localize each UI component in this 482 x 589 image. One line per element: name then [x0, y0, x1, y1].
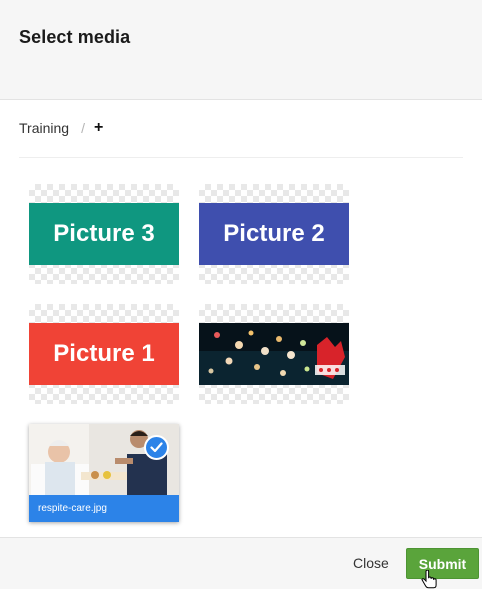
hand-cursor-icon — [421, 570, 437, 589]
media-item-respite-care[interactable]: respite-care.jpg — [29, 424, 179, 522]
divider — [19, 157, 463, 158]
breadcrumb: Training / + — [19, 118, 103, 138]
media-item-picture-1[interactable]: Picture 1 — [29, 304, 179, 404]
media-item-photo[interactable] — [199, 304, 349, 404]
media-thumbnail: Picture 2 — [199, 203, 349, 265]
dark-water-photo — [199, 323, 349, 385]
media-item-picture-3[interactable]: Picture 3 — [29, 184, 179, 284]
media-thumbnail: Picture 1 — [29, 323, 179, 385]
media-filename: respite-care.jpg — [29, 495, 179, 522]
media-item-picture-2[interactable]: Picture 2 — [199, 184, 349, 284]
submit-button[interactable]: Submit — [406, 548, 479, 579]
breadcrumb-separator: / — [81, 120, 85, 136]
modal-title: Select media — [19, 27, 131, 47]
breadcrumb-folder-training[interactable]: Training — [19, 120, 69, 136]
checkmark-icon — [144, 435, 169, 460]
add-folder-button[interactable]: + — [94, 120, 103, 136]
modal-footer: Close Submit — [0, 537, 482, 589]
media-thumbnail: Picture 3 — [29, 203, 179, 265]
modal-header: Select media — [0, 0, 482, 100]
close-button[interactable]: Close — [353, 555, 389, 571]
